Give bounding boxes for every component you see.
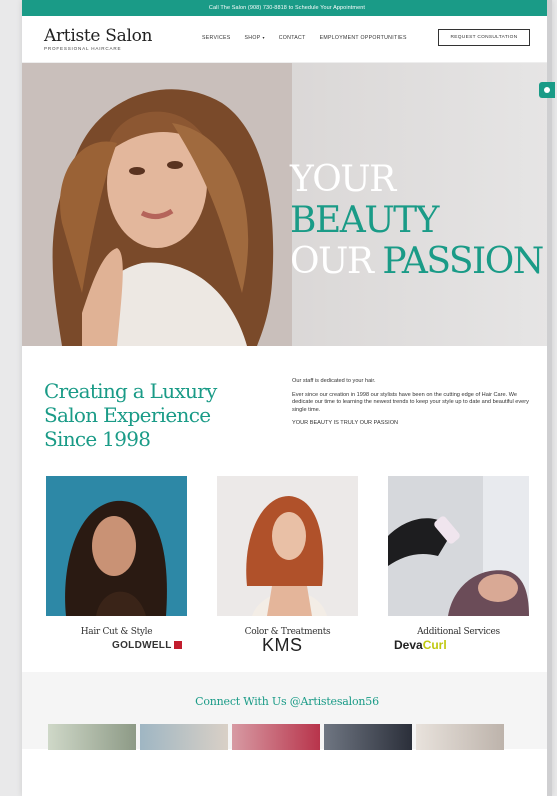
accessibility-tab-icon[interactable] (539, 82, 555, 98)
deva-text: Deva (394, 638, 423, 652)
main-nav: SERVICES SHOP ▾ CONTACT EMPLOYMENT OPPORT… (202, 35, 407, 41)
color-treatment-image (217, 476, 358, 616)
site-header: Artiste Salon PROFESSIONAL HAIRCARE SERV… (22, 16, 552, 63)
kms-logo[interactable]: KMS (262, 635, 303, 656)
request-consultation-button[interactable]: REQUEST CONSULTATION (438, 29, 530, 46)
service-card-haircut[interactable]: Hair Cut & Style (46, 476, 187, 637)
instagram-post[interactable] (416, 724, 504, 750)
instagram-post[interactable] (324, 724, 412, 750)
hero-line2-white: OUR (290, 241, 383, 282)
devacurl-logo[interactable]: DevaCurl (394, 638, 447, 652)
instagram-feed (48, 724, 504, 750)
nav-contact[interactable]: CONTACT (279, 35, 306, 41)
instagram-post[interactable] (232, 724, 320, 750)
hero-banner: YOUR BEAUTY OUR PASSION (22, 63, 552, 346)
intro-body: Our staff is dedicated to your hair. Eve… (292, 378, 532, 434)
logo-title: Artiste Salon (44, 26, 153, 46)
nav-employment[interactable]: EMPLOYMENT OPPORTUNITIES (320, 35, 407, 41)
brand-logos: GOLDWELL KMS DevaCurl (22, 626, 552, 672)
haircut-image (46, 476, 187, 616)
instagram-post[interactable] (48, 724, 136, 750)
hero-model-image (22, 63, 292, 346)
instagram-section: Connect With Us @Artistesalon56 (22, 672, 552, 750)
hero-line2-green: PASSION (382, 241, 544, 282)
service-card-color[interactable]: Color & Treatments (217, 476, 358, 637)
nav-services[interactable]: SERVICES (202, 35, 231, 41)
hero-headline: YOUR BEAUTY OUR PASSION (290, 159, 552, 282)
goldwell-logo[interactable]: GOLDWELL (112, 640, 182, 651)
chevron-down-icon: ▾ (262, 35, 265, 40)
instagram-post[interactable] (140, 724, 228, 750)
logo-subtitle: PROFESSIONAL HAIRCARE (44, 46, 122, 51)
additional-services-image (388, 476, 529, 616)
services-section: Hair Cut & Style Color & Treatments Addi… (22, 476, 552, 637)
page-edge-shadow (547, 0, 552, 796)
hero-line1-green: BEAUTY (290, 200, 439, 241)
goldwell-text: GOLDWELL (112, 640, 172, 651)
intro-title: Creating a Luxury Salon Experience Since… (44, 379, 217, 451)
salon-logo[interactable]: Artiste Salon PROFESSIONAL HAIRCARE (44, 26, 153, 52)
nav-shop-label: SHOP (244, 35, 261, 41)
curl-text: Curl (422, 638, 447, 652)
intro-paragraph-1: Our staff is dedicated to your hair. (292, 378, 376, 384)
goldwell-mark-icon (173, 641, 182, 650)
instagram-heading[interactable]: Connect With Us @Artistesalon56 (22, 695, 552, 708)
intro-paragraph-2: Ever since our creation in 1998 our styl… (292, 391, 529, 413)
intro-section: Creating a Luxury Salon Experience Since… (22, 346, 552, 476)
hero-line1-white: YOUR (290, 159, 396, 200)
service-card-additional[interactable]: Additional Services (388, 476, 529, 637)
intro-paragraph-3: YOUR BEAUTY IS TRULY OUR PASSION (292, 420, 399, 427)
web-page: Call The Salon (908) 730-8818 to Schedul… (22, 0, 552, 796)
announcement-bar[interactable]: Call The Salon (908) 730-8818 to Schedul… (22, 0, 552, 16)
nav-shop[interactable]: SHOP ▾ (245, 35, 265, 41)
